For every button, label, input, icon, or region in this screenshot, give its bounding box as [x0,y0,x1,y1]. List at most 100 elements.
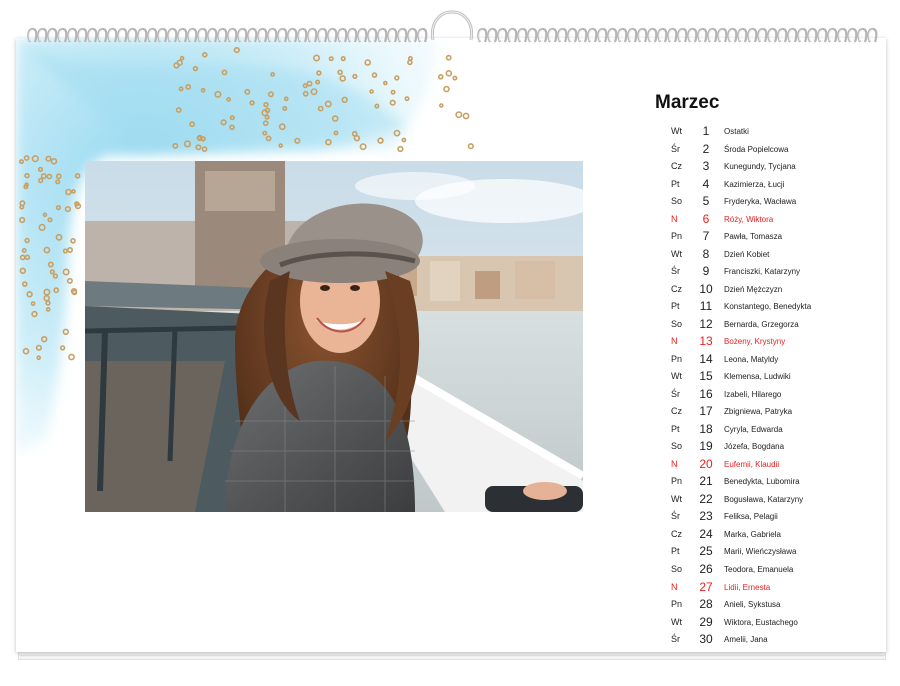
spiral-binding-icon [27,10,878,43]
weekday-label: N [671,581,678,592]
calendar-day-row: Cz31 Balbiny, Gwidona [656,649,886,652]
weekday-label: Wt [671,126,682,136]
calendar-day-row: Cz 10 Dzień Mężczyzn [656,281,886,298]
weekday-label: So [671,564,683,574]
name-day-label: Anieli, Sykstusa [724,600,781,610]
calendar-photo-woman-in-hat [85,161,583,512]
weekday-label: N [671,336,678,347]
calendar-day-row: Wt 1 Ostatki [656,123,886,140]
calendar-day-row: Śr 9 Franciszki, Katarzyny [656,263,886,280]
calendar-day-row: Wt 15 Klemensa, Ludwiki [656,368,886,385]
calendar-day-row: Śr 23 Feliksa, Pelagii [656,508,886,525]
calendar-day-row: Pt 4 Kazimierza, Łucji [656,176,886,193]
weekday-label: So [671,196,683,207]
calendar-day-row: N 6 Róży, Wiktora [656,211,886,228]
weekday-label: Śr [671,266,680,277]
day-number: 29 [699,614,713,629]
calendar-day-row: Śr 30 Amelii, Jana [656,631,886,648]
calendar-day-row: Pt 18 Cyryla, Edwarda [656,421,886,438]
hanger-loop-icon [430,10,474,41]
name-day-label: Bożeny, Krystyny [724,337,786,347]
day-number: 19 [699,439,713,454]
weekday-label: N [671,458,678,469]
day-number: 22 [699,491,713,506]
day-number: 25 [699,544,713,559]
weekday-label: Pt [671,546,680,557]
name-day-label: Benedykta, Lubomira [724,477,800,487]
calendar-day-row: Pn 21 Benedykta, Lubomira [656,473,886,490]
weekday-label: Pn [671,353,683,364]
calendar-day-row: Wt 8 Dzień Kobiet [656,246,886,263]
name-day-label: Bogusława, Katarzyny [724,494,804,504]
day-number: 17 [699,404,713,419]
day-number: 3 [702,159,710,174]
calendar-page: Marzec Wt 1 Ostatki Śr 2 Środa Popielcowa Cz 3 K… [16,38,886,652]
day-number: 11 [699,299,713,314]
calendar-day-row: Śr 16 Izabeli, Hilarego [656,386,886,403]
day-number: 4 [702,176,710,191]
calendar-day-row: N 27 Lidii, Ernesta [656,579,886,596]
name-day-label: Cyryla, Edwarda [724,424,783,434]
weekday-label: Pt [671,301,680,312]
calendar-day-row: Pt 11 Konstantego, Benedykta [656,298,886,315]
calendar-day-row: So 5 Fryderyka, Wacława [656,193,886,210]
weekday-label: So [671,318,683,329]
day-number: 30 [699,632,713,647]
weekday-label: Cz [671,283,682,294]
name-day-label: Bernarda, Grzegorza [724,319,799,329]
day-number: 9 [702,264,710,279]
weekday-label: Śr [671,143,680,154]
weekday-label: Pn [671,599,683,610]
weekday-label: Wt [671,493,682,504]
name-day-label: Kazimierza, Łucji [724,179,785,189]
calendar-day-row: Pn 28 Anieli, Sykstusa [656,596,886,613]
name-day-label: Fryderyka, Wacława [724,197,797,207]
weekday-label: Cz [671,649,691,653]
weekday-label: Wt [671,371,682,382]
name-day-label: Amelii, Jana [724,635,768,645]
weekday-label: Pn [671,231,683,242]
name-day-label: Franciszki, Katarzyny [724,267,801,277]
day-number: 31 [693,649,719,652]
day-number: 16 [699,386,713,401]
day-number: 13 [699,334,713,349]
calendar-day-row: N 20 Eufemii, Klaudii [656,456,886,473]
name-day-label: Zbigniewa, Patryka [724,407,793,417]
day-number: 23 [699,509,713,524]
weekday-label: N [671,213,678,224]
calendar-day-row: Wt 29 Wiktora, Eustachego [656,614,886,631]
name-day-label: Klemensa, Ludwiki [724,372,791,382]
weekday-label: Śr [671,388,680,399]
day-number: 5 [702,194,710,209]
month-title: Marzec [655,92,720,113]
weekday-label: Śr [671,634,680,645]
name-day-label: Pawła, Tomasza [724,232,783,242]
day-number: 20 [699,456,713,471]
name-day-label: Marka, Gabriela [724,529,781,539]
day-number: 24 [699,526,713,541]
name-day-label: Józefa, Bogdana [724,442,785,452]
name-day-label: Eufemii, Klaudii [724,459,780,469]
weekday-label: Pt [671,178,680,189]
name-day-label: Wiktora, Eustachego [724,617,798,627]
name-day-label: Marii, Wieńczysława [724,547,797,557]
calendar-day-row: Śr 2 Środa Popielcowa [656,141,886,158]
day-number: 18 [699,421,713,436]
name-day-label: Balbiny, Gwidona [724,649,786,652]
day-number: 15 [699,369,713,384]
calendar-day-row: So 19 Józefa, Bogdana [656,438,886,455]
name-day-label: Róży, Wiktora [724,214,774,224]
day-number: 6 [702,211,710,226]
day-number: 8 [702,246,710,261]
day-number: 7 [702,229,710,244]
name-day-label: Leona, Matyldy [724,354,779,364]
name-day-label: Lidii, Ernesta [724,582,771,592]
name-day-label: Izabeli, Hilarego [724,389,782,399]
name-day-label: Teodora, Emanuela [724,565,794,574]
calendar-day-row: Pn 7 Pawła, Tomasza [656,228,886,245]
weekday-label: Wt [671,248,682,259]
calendar-day-row: So 26 Teodora, Emanuela [656,561,886,578]
weekday-label: Śr [671,511,680,522]
calendar-day-row: Wt 22 Bogusława, Katarzyny [656,491,886,508]
name-day-label: Kunegundy, Tycjana [724,162,796,172]
